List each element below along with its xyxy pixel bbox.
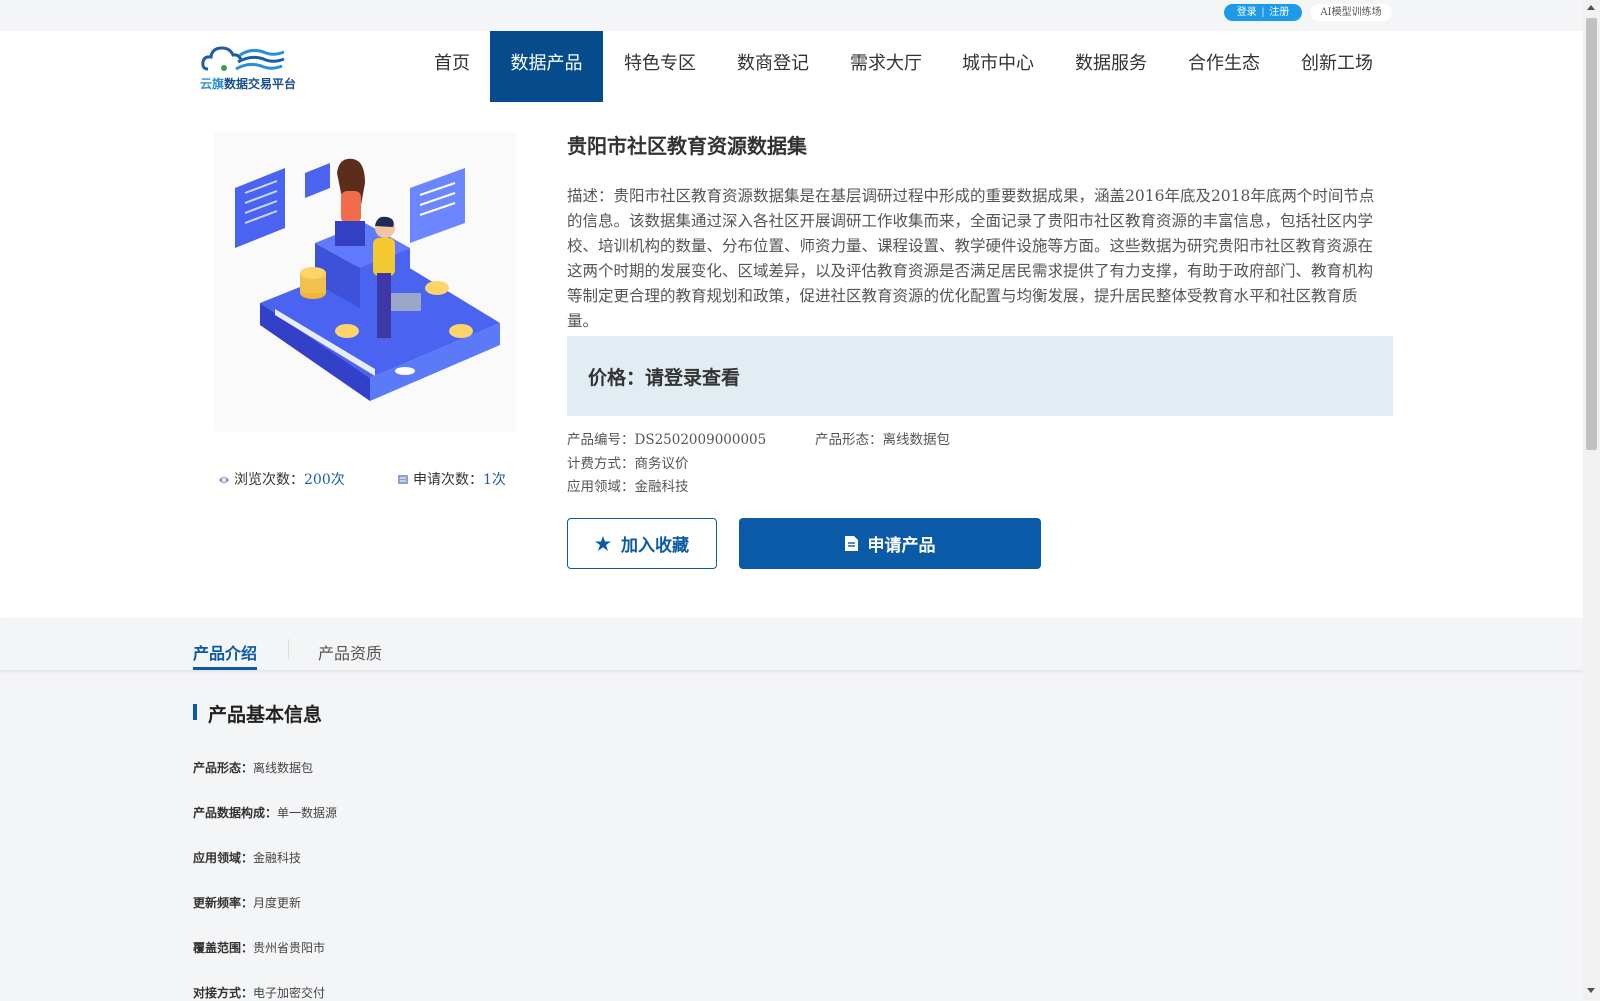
info-row: 覆盖范围：贵州省贵阳市: [193, 939, 325, 956]
nav-item-data-products[interactable]: 数据产品: [490, 31, 603, 102]
info-key: 应用领域：: [193, 851, 254, 865]
info-value: 金融科技: [253, 851, 302, 865]
nav-item-home[interactable]: 首页: [424, 31, 480, 102]
auth-pill: 登录 | 注册: [1224, 4, 1302, 21]
nav-item-ecosystem[interactable]: 合作生态: [1177, 31, 1271, 102]
nav-item-featured[interactable]: 特色专区: [613, 31, 707, 102]
cloud-logo-icon: [201, 46, 285, 71]
logo-text: 云旗数据交易平台: [200, 77, 297, 91]
nav-item-innovation[interactable]: 创新工场: [1290, 31, 1384, 102]
add-favorite-label: 加入收藏: [621, 536, 689, 556]
info-row: 对接方式：电子加密交付: [193, 984, 325, 1001]
product-detail: 浏览次数：200次 申请次数：1次 贵阳市社区教育资源数据集 描述：贵阳市社区教…: [0, 102, 1583, 618]
billing-method: 计费方式：商务议价: [567, 456, 689, 472]
info-key: 覆盖范围：: [193, 941, 254, 955]
ai-training-link[interactable]: AI模型训练场: [1310, 4, 1392, 21]
nav-item-merchant-register[interactable]: 数商登记: [726, 31, 820, 102]
eye-icon: [219, 477, 229, 483]
auth-divider: |: [1261, 7, 1265, 18]
apply-count: 申请次数：1次: [397, 469, 506, 489]
application-field: 应用领域：金融科技: [567, 479, 689, 495]
info-key: 产品形态：: [193, 761, 254, 775]
top-utility-bar: 登录 | 注册 AI模型训练场: [0, 0, 1583, 31]
login-link[interactable]: 登录: [1237, 7, 1257, 18]
info-key: 对接方式：: [193, 986, 254, 1000]
product-description: 描述：贵阳市社区教育资源数据集是在基层调研过程中形成的重要数据成果，涵盖2016…: [567, 187, 1375, 330]
info-row: 产品数据构成：单一数据源: [193, 804, 337, 821]
product-title: 贵阳市社区教育资源数据集: [567, 134, 807, 158]
tab-product-intro[interactable]: 产品介绍: [193, 640, 257, 664]
tab-divider: [288, 639, 289, 659]
apply-count-value: 1次: [483, 472, 506, 488]
info-value: 月度更新: [253, 896, 302, 910]
product-code: 产品编号：DS2502009000005: [567, 432, 767, 448]
info-value: 单一数据源: [277, 806, 338, 820]
register-link[interactable]: 注册: [1269, 7, 1289, 18]
info-value: 贵州省贵阳市: [253, 941, 326, 955]
info-key: 更新频率：: [193, 896, 254, 910]
main-header: 云旗数据交易平台 首页 数据产品 特色专区 数商登记 需求大厅 城市中心 数据服…: [0, 31, 1583, 102]
scroll-up-icon[interactable]: [1587, 5, 1595, 10]
apply-product-label: 申请产品: [867, 536, 936, 556]
active-tab-underline: [193, 667, 257, 670]
nav-item-city-center[interactable]: 城市中心: [951, 31, 1045, 102]
file-icon: [844, 536, 858, 551]
nav-item-data-services[interactable]: 数据服务: [1064, 31, 1158, 102]
site-logo[interactable]: 云旗数据交易平台: [200, 41, 300, 93]
price-text: 价格：请登录查看: [588, 367, 741, 389]
scroll-down-icon[interactable]: [1587, 988, 1595, 993]
nav-item-demand-hall[interactable]: 需求大厅: [839, 31, 933, 102]
info-row: 产品形态：离线数据包: [193, 759, 313, 776]
page-scrollbar[interactable]: [1583, 0, 1600, 1000]
info-value: 电子加密交付: [253, 986, 326, 1000]
price-box: 价格：请登录查看: [567, 336, 1393, 416]
view-count-label: 浏览次数：: [234, 472, 304, 488]
info-row: 更新频率：月度更新: [193, 894, 301, 911]
apply-product-button[interactable]: 申请产品: [739, 518, 1041, 569]
section-accent-bar: [193, 704, 197, 720]
tab-product-qualification[interactable]: 产品资质: [318, 640, 382, 664]
add-favorite-button[interactable]: 加入收藏: [567, 518, 717, 569]
education-illustration-icon: [235, 158, 500, 401]
document-icon: [398, 475, 408, 484]
info-row: 应用领域：金融科技: [193, 849, 301, 866]
view-count: 浏览次数：200次: [218, 469, 345, 489]
section-title: 产品基本信息: [208, 704, 323, 726]
scroll-thumb[interactable]: [1586, 18, 1597, 450]
product-form: 产品形态：离线数据包: [815, 432, 950, 448]
apply-count-label: 申请次数：: [413, 472, 483, 488]
detail-tabs: 产品介绍 产品资质: [0, 618, 1583, 670]
info-value: 离线数据包: [253, 761, 314, 775]
info-key: 产品数据构成：: [193, 806, 278, 820]
product-image: [215, 133, 515, 431]
view-count-value: 200次: [304, 472, 345, 488]
star-icon: [595, 536, 611, 551]
